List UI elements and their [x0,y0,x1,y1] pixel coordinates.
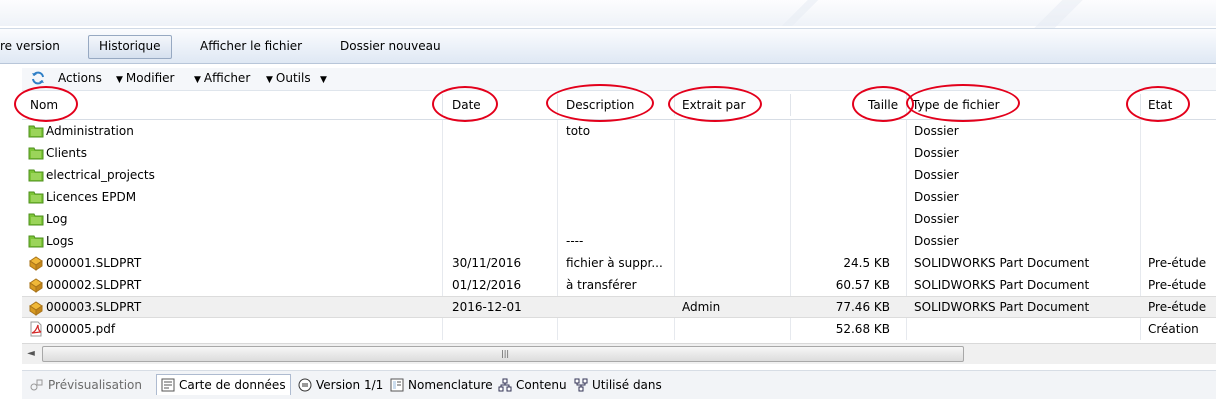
file-row[interactable]: Logs ---- Dossier [22,230,1216,252]
cell-state: Pre-étude [1148,300,1207,314]
file-row[interactable]: electrical_projects Dossier [22,164,1216,186]
cell-state: Création [1148,322,1199,336]
folder-icon [28,167,44,183]
menu-more[interactable]: ▼ [320,71,330,85]
cell-date: 2016-12-01 [452,300,522,314]
column-divider[interactable] [790,94,791,116]
tab-preview[interactable]: Prévisualisation [30,375,142,395]
cell-date: 01/12/2016 [452,278,522,292]
cell-size: 24.5 KB [843,256,890,270]
file-row[interactable]: 000001.SLDPRT 30/11/2016 fichier à suppr..… [22,252,1216,274]
file-row[interactable]: Clients Dossier [22,142,1216,164]
cell-name: 000005.pdf [46,322,116,336]
annotation-circle [906,84,1020,122]
cell-name: 000002.SLDPRT [46,278,142,292]
solidworks-part-icon [28,255,44,271]
cell-name: 000001.SLDPRT [46,256,142,270]
toolbar-item-new-folder[interactable]: Dossier nouveau [330,35,451,57]
menu-modify[interactable]: ▼ Modifier [116,71,174,85]
annotation-circle [668,86,762,122]
folder-icon [28,145,44,161]
solidworks-part-icon [28,277,44,293]
menu-tools[interactable]: ▼ Outils [266,71,311,85]
annotation-circle [546,84,654,122]
contains-icon [498,378,512,392]
cell-description: fichier à suppr... [566,256,663,270]
toolbar-item-version[interactable]: re version [0,35,70,57]
folder-icon [28,233,44,249]
cell-file-type: Dossier [914,234,959,248]
bottom-tab-bar: Prévisualisation Carte de données Versio… [22,370,1216,399]
cell-description: toto [566,124,591,138]
where-used-icon [574,378,588,392]
cell-file-type: Dossier [914,168,959,182]
file-row[interactable]: Administration toto Dossier [22,120,1216,142]
cell-state: Pre-étude [1148,278,1207,292]
file-row[interactable]: 000002.SLDPRT 01/12/2016 à transférer 60.57… [22,274,1216,296]
toolbar-item-view-file[interactable]: Afficher le fichier [190,35,312,57]
cell-file-type: Dossier [914,124,959,138]
tab-contains[interactable]: Contenu [498,375,567,395]
file-row[interactable]: 000005.pdf 52.68 KB Création [22,318,1216,340]
cell-size: 77.46 KB [835,300,890,314]
background-stroke [760,0,840,26]
cell-size: 60.57 KB [835,278,890,292]
preview-icon [30,379,43,391]
caret-down-icon: ▼ [116,75,123,85]
cell-description: à transférer [566,278,637,292]
file-row[interactable]: Log Dossier [22,208,1216,230]
cell-file-type: SOLIDWORKS Part Document [914,278,1090,292]
cell-name: Log [46,212,68,226]
cell-name: Clients [46,146,87,160]
folder-icon [28,123,44,139]
cell-state: Pre-étude [1148,256,1207,270]
bom-icon [390,378,404,392]
menu-view[interactable]: ▼ Afficher [194,71,250,85]
folder-icon [28,211,44,227]
annotation-circle [852,86,914,122]
scrollbar-thumb[interactable]: ||| [42,346,964,362]
tab-where-used[interactable]: Utilisé dans [574,375,662,395]
grip-icon: ||| [501,349,510,358]
cell-file-type: Dossier [914,190,959,204]
cell-name: Administration [46,124,134,138]
tab-data-card[interactable]: Carte de données [156,374,291,395]
folder-icon [28,189,44,205]
cell-file-type: Dossier [914,212,959,226]
cell-file-type: Dossier [914,146,959,160]
toolbar-item-history[interactable]: Historique [88,35,172,59]
version-icon [298,378,312,392]
horizontal-scrollbar[interactable]: ◄ ||| [22,343,1216,364]
file-row[interactable]: 000003.SLDPRT 2016-12-01 Admin 77.46 KB SOLI… [22,296,1216,318]
tab-version[interactable]: Version 1/1 [298,375,383,395]
cell-size: 52.68 KB [835,322,890,336]
cell-name: 000003.SLDPRT [46,300,142,314]
cell-name: electrical_projects [46,168,155,182]
menu-actions[interactable]: Actions [58,71,102,85]
annotation-circle [432,86,498,122]
tab-bill-of-materials[interactable]: Nomenclature [390,375,493,395]
cell-name: Logs [46,234,74,248]
annotation-circle [1126,86,1190,122]
cell-checked-out-by: Admin [682,300,721,314]
cell-date: 30/11/2016 [452,256,522,270]
solidworks-part-icon [28,300,44,316]
pdf-icon [28,321,44,337]
scroll-left-icon[interactable]: ◄ [22,344,40,363]
data-card-icon [161,378,175,392]
caret-down-icon: ▼ [266,75,273,85]
annotation-circle [14,86,78,122]
file-row[interactable]: Licences EPDM Dossier [22,186,1216,208]
cell-description: ---- [566,234,584,248]
caret-down-icon: ▼ [194,75,201,85]
main-toolbar: re version Historique Afficher le fichie… [0,28,1216,64]
cell-file-type: SOLIDWORKS Part Document [914,300,1090,314]
cell-file-type: SOLIDWORKS Part Document [914,256,1090,270]
cell-name: Licences EPDM [46,190,137,204]
caret-down-icon: ▼ [320,75,327,85]
